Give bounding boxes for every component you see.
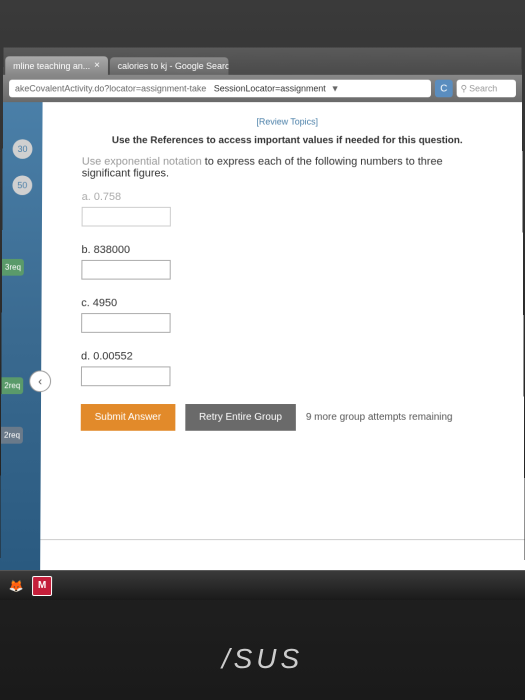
part-a-label: a. 0.758 <box>82 191 493 203</box>
content-area: 30 50 3req 2req 2req ‹ [Review Topics] U… <box>0 102 525 570</box>
part-c-label: c. 4950 <box>81 297 493 309</box>
attempts-remaining-text: 9 more group attempts remaining <box>306 412 453 423</box>
submit-answer-button[interactable]: Submit Answer <box>81 404 175 431</box>
question-part-c: c. 4950 <box>81 297 493 333</box>
rail-tag-1[interactable]: 3req <box>2 259 24 276</box>
review-topics-link[interactable]: [Review Topics] <box>256 117 318 127</box>
question-part-a: a. 0.758 <box>82 191 493 226</box>
browser-search-box[interactable]: ⚲ Search <box>457 80 516 98</box>
browser-tab-2[interactable]: calories to kj - Google Search <box>110 57 229 75</box>
part-c-input[interactable] <box>81 313 170 333</box>
address-bar: akeCovalentActivity.do?locator=assignmen… <box>3 75 522 102</box>
divider <box>40 539 524 540</box>
question-prompt: Use exponential notation to express each… <box>82 156 493 180</box>
laptop-brand-logo: /SUS <box>222 643 303 675</box>
tab-label: mline teaching an... <box>13 61 90 71</box>
url-input[interactable]: akeCovalentActivity.do?locator=assignmen… <box>9 80 431 98</box>
laptop-bezel: mline teaching an... × calories to kj - … <box>0 0 525 700</box>
reload-icon: C <box>440 83 447 94</box>
search-icon: ⚲ <box>461 83 468 94</box>
rail-badge-2[interactable]: 50 <box>12 175 32 195</box>
prev-question-button[interactable]: ‹ <box>29 370 51 392</box>
browser-tab-strip: mline teaching an... × calories to kj - … <box>3 48 522 75</box>
top-links: [Review Topics] <box>82 112 492 130</box>
url-text-locator: SessionLocator=assignment <box>214 84 326 94</box>
part-d-label: d. 0.00552 <box>81 351 494 363</box>
reload-button[interactable]: C <box>435 80 453 98</box>
question-panel: [Review Topics] Use the References to ac… <box>40 102 525 570</box>
url-text-prefix: akeCovalentActivity.do?locator=assignmen… <box>15 84 206 94</box>
browser-tab-1[interactable]: mline teaching an... × <box>5 56 108 75</box>
tab-label: calories to kj - Google Search <box>118 61 229 71</box>
left-nav-rail: 30 50 3req 2req 2req <box>0 102 42 570</box>
os-taskbar: 🦊 M <box>0 570 525 600</box>
screen-area: mline teaching an... × calories to kj - … <box>0 48 525 600</box>
part-b-input[interactable] <box>81 260 170 280</box>
references-instruction: Use the References to access important v… <box>82 135 493 146</box>
part-a-input[interactable] <box>82 207 171 227</box>
mcafee-icon[interactable]: M <box>32 576 52 596</box>
question-part-b: b. 838000 <box>81 244 493 279</box>
part-d-input[interactable] <box>81 366 171 386</box>
part-b-label: b. 838000 <box>81 244 493 256</box>
firefox-icon[interactable]: 🦊 <box>4 575 28 597</box>
rail-badge-1[interactable]: 30 <box>13 139 33 159</box>
rail-tag-3[interactable]: 2req <box>1 427 23 444</box>
button-row: Submit Answer Retry Entire Group 9 more … <box>81 404 494 431</box>
retry-group-button[interactable]: Retry Entire Group <box>185 404 296 431</box>
rail-tag-2[interactable]: 2req <box>1 377 23 394</box>
search-placeholder: Search <box>469 84 497 94</box>
close-icon[interactable]: × <box>94 60 100 71</box>
question-lead-faded: Use exponential notation <box>82 156 202 168</box>
chevron-left-icon: ‹ <box>38 374 42 388</box>
question-part-d: d. 0.00552 <box>81 351 494 387</box>
